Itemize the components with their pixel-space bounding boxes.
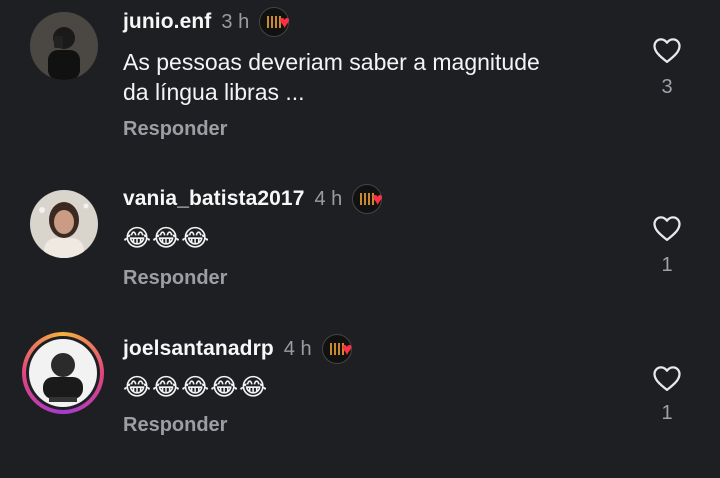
timestamp: 3 h	[221, 10, 250, 33]
like-count: 3	[661, 76, 673, 98]
creator-liked-badge-icon: ♥	[321, 334, 362, 364]
comment-item: joelsantanadrp 4 h ♥ 😂😂😂😂😂 Responder 1	[0, 328, 720, 478]
avatar[interactable]	[29, 339, 97, 407]
comment-header: joelsantanadrp 4 h ♥	[123, 334, 362, 364]
comment-text-line: As pessoas deveriam saber a magnitude	[123, 49, 540, 75]
comment-text-line: da língua libras ...	[123, 79, 305, 105]
username[interactable]: vania_batista2017	[123, 187, 304, 211]
comment-text: 😂😂😂😂😂	[123, 374, 269, 401]
avatar[interactable]	[30, 12, 98, 80]
like-count: 1	[661, 402, 673, 424]
heart-outline-icon	[653, 216, 681, 241]
creator-liked-badge-icon: ♥	[259, 7, 299, 37]
comment-text: 😂😂😂	[123, 225, 211, 252]
reply-button[interactable]: Responder	[123, 118, 227, 141]
heart-outline-icon	[653, 366, 681, 391]
timestamp: 4 h	[283, 337, 312, 360]
comment-header: vania_batista2017 4 h ♥	[123, 184, 392, 214]
creator-liked-badge-icon: ♥	[352, 184, 392, 214]
like-button[interactable]	[650, 364, 684, 392]
comment-item: junio.enf 3 h ♥ As pessoas deveriam sabe…	[0, 0, 720, 150]
reply-button[interactable]: Responder	[123, 414, 227, 437]
avatar[interactable]	[30, 190, 98, 258]
like-button[interactable]	[650, 36, 684, 64]
comment-text: As pessoas deveriam saber a magnitude da…	[123, 47, 540, 107]
like-button[interactable]	[650, 214, 684, 242]
username[interactable]: junio.enf	[123, 10, 211, 34]
comment-header: junio.enf 3 h ♥	[123, 7, 299, 37]
timestamp: 4 h	[314, 187, 343, 210]
username[interactable]: joelsantanadrp	[123, 337, 274, 361]
story-ring[interactable]	[22, 332, 104, 414]
comment-item: vania_batista2017 4 h ♥ 😂😂😂 Responder 1	[0, 178, 720, 328]
heart-outline-icon	[653, 38, 681, 63]
like-count: 1	[661, 254, 673, 276]
reply-button[interactable]: Responder	[123, 267, 227, 290]
